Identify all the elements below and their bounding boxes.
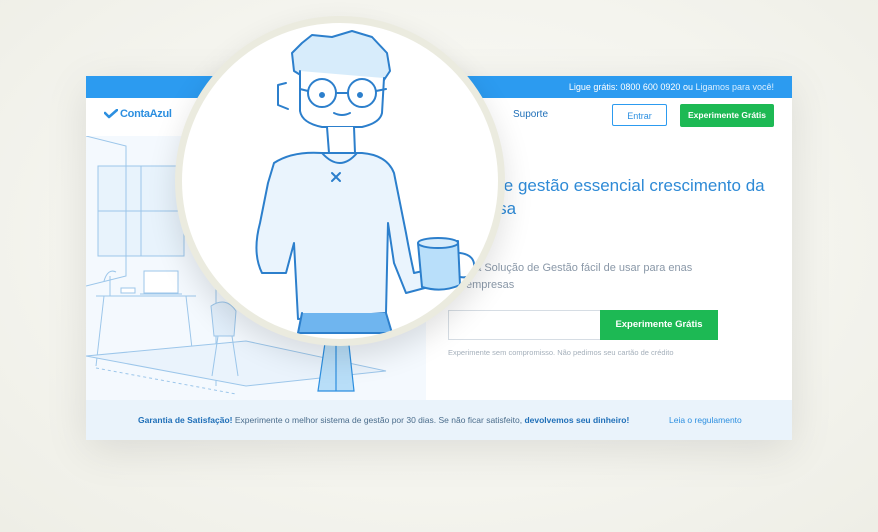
- enter-button[interactable]: Entrar: [612, 104, 667, 126]
- guarantee-bold: devolvemos seu dinheiro!: [524, 415, 630, 425]
- guarantee-title: Garantia de Satisfação!: [138, 415, 233, 425]
- guarantee-body: Experimente o melhor sistema de gestão p…: [232, 415, 525, 425]
- email-input[interactable]: [448, 310, 600, 340]
- or-text: ou: [680, 82, 696, 92]
- check-logo-icon: [104, 109, 118, 119]
- phone-number[interactable]: 0800 600 0920: [620, 82, 680, 92]
- hero-trial-button[interactable]: Experimente Grátis: [600, 310, 718, 340]
- nav-trial-button[interactable]: Experimente Grátis: [680, 104, 774, 127]
- guarantee-text: Garantia de Satisfação! Experimente o me…: [138, 400, 629, 440]
- logo-text: ContaAzul: [120, 108, 172, 120]
- magnifier-circle: [175, 16, 505, 346]
- hero-headline: ma de gestão essencial crescimento da su…: [466, 176, 765, 218]
- nav-link-support[interactable]: Suporte: [513, 109, 548, 120]
- callback-link[interactable]: Ligamos para você!: [695, 82, 774, 92]
- character-illustration: [255, 30, 476, 334]
- regulations-link[interactable]: Leia o regulamento: [669, 400, 742, 440]
- call-prefix: Ligue grátis:: [568, 82, 621, 92]
- hero-subheadline: a a Solução de Gestão fácil de usar para…: [466, 262, 693, 291]
- logo[interactable]: ContaAzul: [104, 108, 172, 120]
- no-commitment-note: Experimente sem compromisso. Não pedimos…: [448, 348, 674, 357]
- guarantee-band: Garantia de Satisfação! Experimente o me…: [86, 400, 792, 440]
